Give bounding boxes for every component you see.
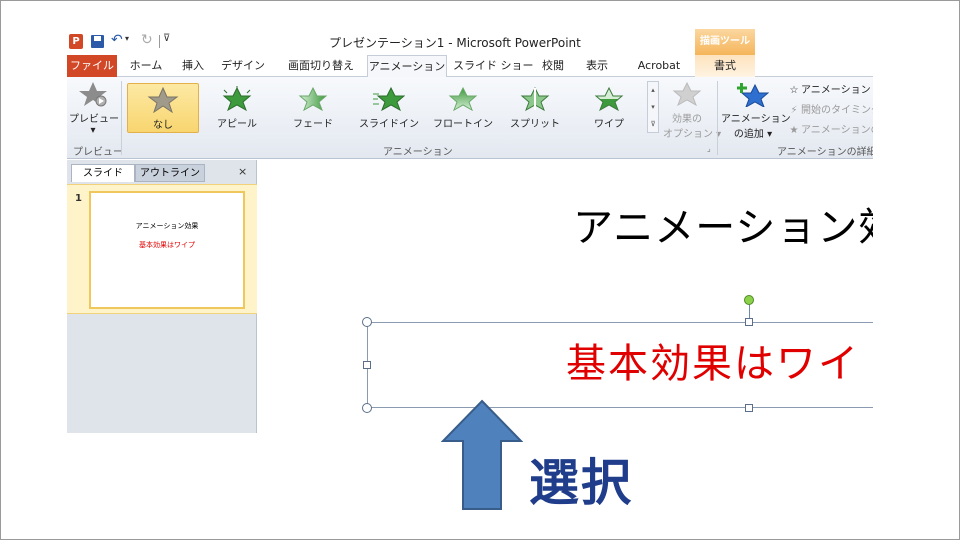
tab-design[interactable]: デザイン — [217, 55, 269, 77]
close-icon[interactable]: × — [238, 165, 247, 178]
resize-handle-top[interactable] — [745, 318, 753, 326]
star-wipe-icon — [594, 86, 624, 112]
tab-animations[interactable]: アニメーション — [367, 55, 447, 78]
textbox-body-text[interactable]: 基本効果はワイ — [566, 331, 860, 389]
powerpoint-logo-icon: P — [69, 34, 83, 49]
resize-handle-left[interactable] — [363, 361, 371, 369]
dialog-launcher-icon[interactable]: ⌟ — [707, 144, 711, 153]
advanced-animation-group-label: アニメーションの詳細設 — [777, 147, 873, 158]
up-arrow-annotation — [441, 399, 523, 510]
tab-review[interactable]: 校閲 — [535, 55, 571, 77]
effect-fly-in[interactable]: スライドイン — [357, 86, 421, 130]
redo-icon[interactable]: ↻ — [141, 32, 153, 48]
tab-acrobat[interactable]: Acrobat — [629, 55, 689, 77]
add-animation-label-2: の追加 ▾ — [733, 129, 773, 140]
resize-handle-bottom-left[interactable] — [362, 403, 372, 413]
effect-options-button[interactable]: 効果の オプション ▾ — [663, 81, 722, 140]
effect-fade-label: フェード — [293, 119, 333, 130]
lightning-icon: ⚡ — [790, 105, 798, 116]
presentation-frame: P ↶ ▾ ↻ ⊽ プレゼンテーション1 - Microsoft PowerPo… — [0, 0, 960, 540]
tab-file[interactable]: ファイル — [67, 55, 117, 77]
effect-float-in[interactable]: フロートイン — [431, 86, 495, 130]
tab-format[interactable]: 書式 — [695, 55, 755, 77]
effect-appear-label: アピール — [217, 119, 257, 130]
undo-dropdown-icon[interactable]: ▾ — [125, 34, 129, 43]
selected-textbox[interactable]: 基本効果はワイ — [367, 322, 873, 408]
effect-float-in-label: フロートイン — [433, 119, 493, 130]
animation-pane-icon: ☆ — [789, 85, 799, 96]
rotation-handle[interactable] — [744, 295, 754, 305]
preview-group-label: プレビュー — [73, 147, 123, 158]
tab-outline[interactable]: アウトライン — [135, 164, 205, 182]
effect-split[interactable]: スプリット — [507, 86, 563, 130]
effect-wipe-label: ワイプ — [594, 119, 624, 130]
ribbon-tabs: ファイル ホーム 挿入 デザイン 画面切り替え アニメーション スライド ショー… — [67, 55, 873, 78]
annotation-label: 選択 — [529, 454, 633, 512]
effect-split-label: スプリット — [510, 119, 560, 130]
tab-slide-show[interactable]: スライド ショー — [453, 55, 534, 77]
effect-wipe[interactable]: ワイプ — [581, 86, 637, 130]
effect-options-label-2: オプション ▾ — [663, 129, 722, 140]
effect-fade[interactable]: フェード — [285, 86, 341, 130]
preview-dropdown-icon: ▾ — [90, 125, 96, 136]
tab-transitions[interactable]: 画面切り替え — [277, 55, 365, 77]
tab-slides[interactable]: スライド — [71, 164, 135, 182]
window-title: プレゼンテーション1 - Microsoft PowerPoint — [329, 36, 581, 50]
slide-canvas[interactable]: アニメーション效 基本効果はワイ — [257, 160, 873, 433]
add-animation-button[interactable]: アニメーション の追加 ▾ — [721, 81, 791, 140]
tab-insert[interactable]: 挿入 — [175, 55, 211, 77]
customize-quick-access-icon[interactable]: ⊽ — [163, 33, 170, 44]
powerpoint-window: P ↶ ▾ ↻ ⊽ プレゼンテーション1 - Microsoft PowerPo… — [67, 29, 873, 433]
slide-title[interactable]: アニメーション效 — [573, 195, 873, 253]
effect-none[interactable]: なし — [127, 83, 199, 133]
slide-thumbnail-row[interactable]: 1 アニメーション効果 基本効果はワイプ — [67, 184, 257, 314]
thumbnail-body: 基本効果はワイプ — [139, 241, 195, 249]
group-separator — [717, 81, 718, 155]
star-float-in-icon — [448, 86, 478, 112]
trigger-label: 開始のタイミング — [801, 105, 873, 116]
animation-painter-label: アニメーションの — [801, 125, 873, 136]
slide-number: 1 — [75, 193, 82, 204]
effect-appear[interactable]: アピール — [209, 86, 265, 130]
slides-panel: スライド アウトライン × 1 アニメーション効果 基本効果はワイプ — [67, 160, 257, 433]
ribbon: プレビュー ▾ プレビュー なし アピール フェード スライドイン フロートイン… — [67, 77, 873, 159]
animation-pane-button[interactable]: ☆アニメーション ウ — [787, 81, 873, 96]
star-fade-icon — [298, 86, 328, 112]
effect-none-label: なし — [153, 120, 173, 131]
thumbnail-title: アニメーション効果 — [135, 222, 199, 230]
animation-pane-label: アニメーション ウ — [801, 85, 873, 96]
animation-painter-button[interactable]: ★ アニメーションの — [787, 121, 873, 136]
star-preview-icon — [79, 82, 107, 107]
slide-thumbnail[interactable]: アニメーション効果 基本効果はワイプ — [89, 191, 245, 309]
star-appear-icon — [222, 86, 252, 112]
tab-view[interactable]: 表示 — [579, 55, 615, 77]
effect-options-label-1: 効果の — [672, 114, 702, 125]
star-split-icon — [520, 86, 550, 112]
preview-label: プレビュー — [69, 114, 119, 125]
star-effect-options-icon — [672, 81, 702, 107]
undo-icon[interactable]: ↶ — [111, 32, 123, 48]
tab-home[interactable]: ホーム — [123, 55, 169, 77]
add-animation-label-1: アニメーション — [721, 114, 791, 125]
quick-access-separator — [159, 35, 160, 48]
star-none-icon — [147, 87, 179, 113]
title-bar: P ↶ ▾ ↻ ⊽ プレゼンテーション1 - Microsoft PowerPo… — [67, 29, 873, 55]
save-icon[interactable] — [91, 35, 104, 48]
effect-fly-in-label: スライドイン — [359, 119, 419, 130]
star-brush-icon: ★ — [789, 125, 799, 136]
star-fly-in-icon — [373, 86, 405, 112]
preview-button[interactable]: プレビュー ▾ — [69, 81, 119, 136]
gallery-scrollbar[interactable]: ▴ ▾ ⊽ — [647, 81, 659, 133]
resize-handle-bottom[interactable] — [745, 404, 753, 412]
drawing-tools-context-header: 描画ツール — [695, 29, 755, 55]
resize-handle-top-left[interactable] — [362, 317, 372, 327]
group-separator — [121, 81, 122, 155]
star-add-animation-icon — [737, 83, 769, 107]
animation-group-label: アニメーション — [383, 147, 453, 158]
trigger-button[interactable]: ⚡ 開始のタイミング — [787, 101, 873, 116]
